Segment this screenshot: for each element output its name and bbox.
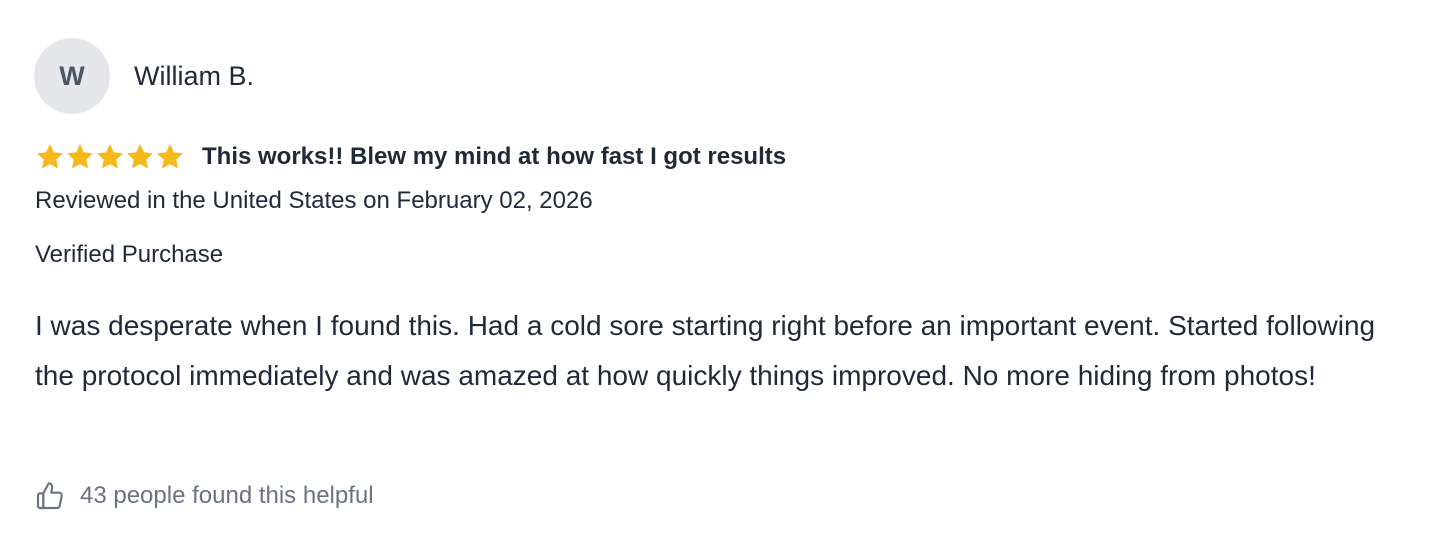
review-date-location: Reviewed in the United States on Februar… (35, 187, 593, 214)
reviewer-header: W William B. (34, 38, 254, 114)
star-rating (35, 142, 185, 172)
review-card: W William B. This works!! Blew my mind a… (0, 0, 1445, 553)
helpful-button[interactable]: 43 people found this helpful (34, 480, 374, 512)
helpful-count-text: 43 people found this helpful (80, 482, 374, 509)
review-title: This works!! Blew my mind at how fast I … (202, 143, 787, 170)
review-body: I was desperate when I found this. Had a… (35, 310, 1376, 391)
star-icon (35, 142, 65, 172)
reviewer-name: William B. (134, 60, 254, 91)
star-icon (65, 142, 95, 172)
thumbs-up-icon[interactable] (34, 480, 66, 512)
verified-purchase-badge: Verified Purchase (35, 241, 224, 268)
rating-row: This works!! Blew my mind at how fast I … (35, 139, 786, 175)
avatar: W (34, 38, 110, 114)
star-icon (125, 142, 155, 172)
star-icon (155, 142, 185, 172)
star-icon (95, 142, 125, 172)
